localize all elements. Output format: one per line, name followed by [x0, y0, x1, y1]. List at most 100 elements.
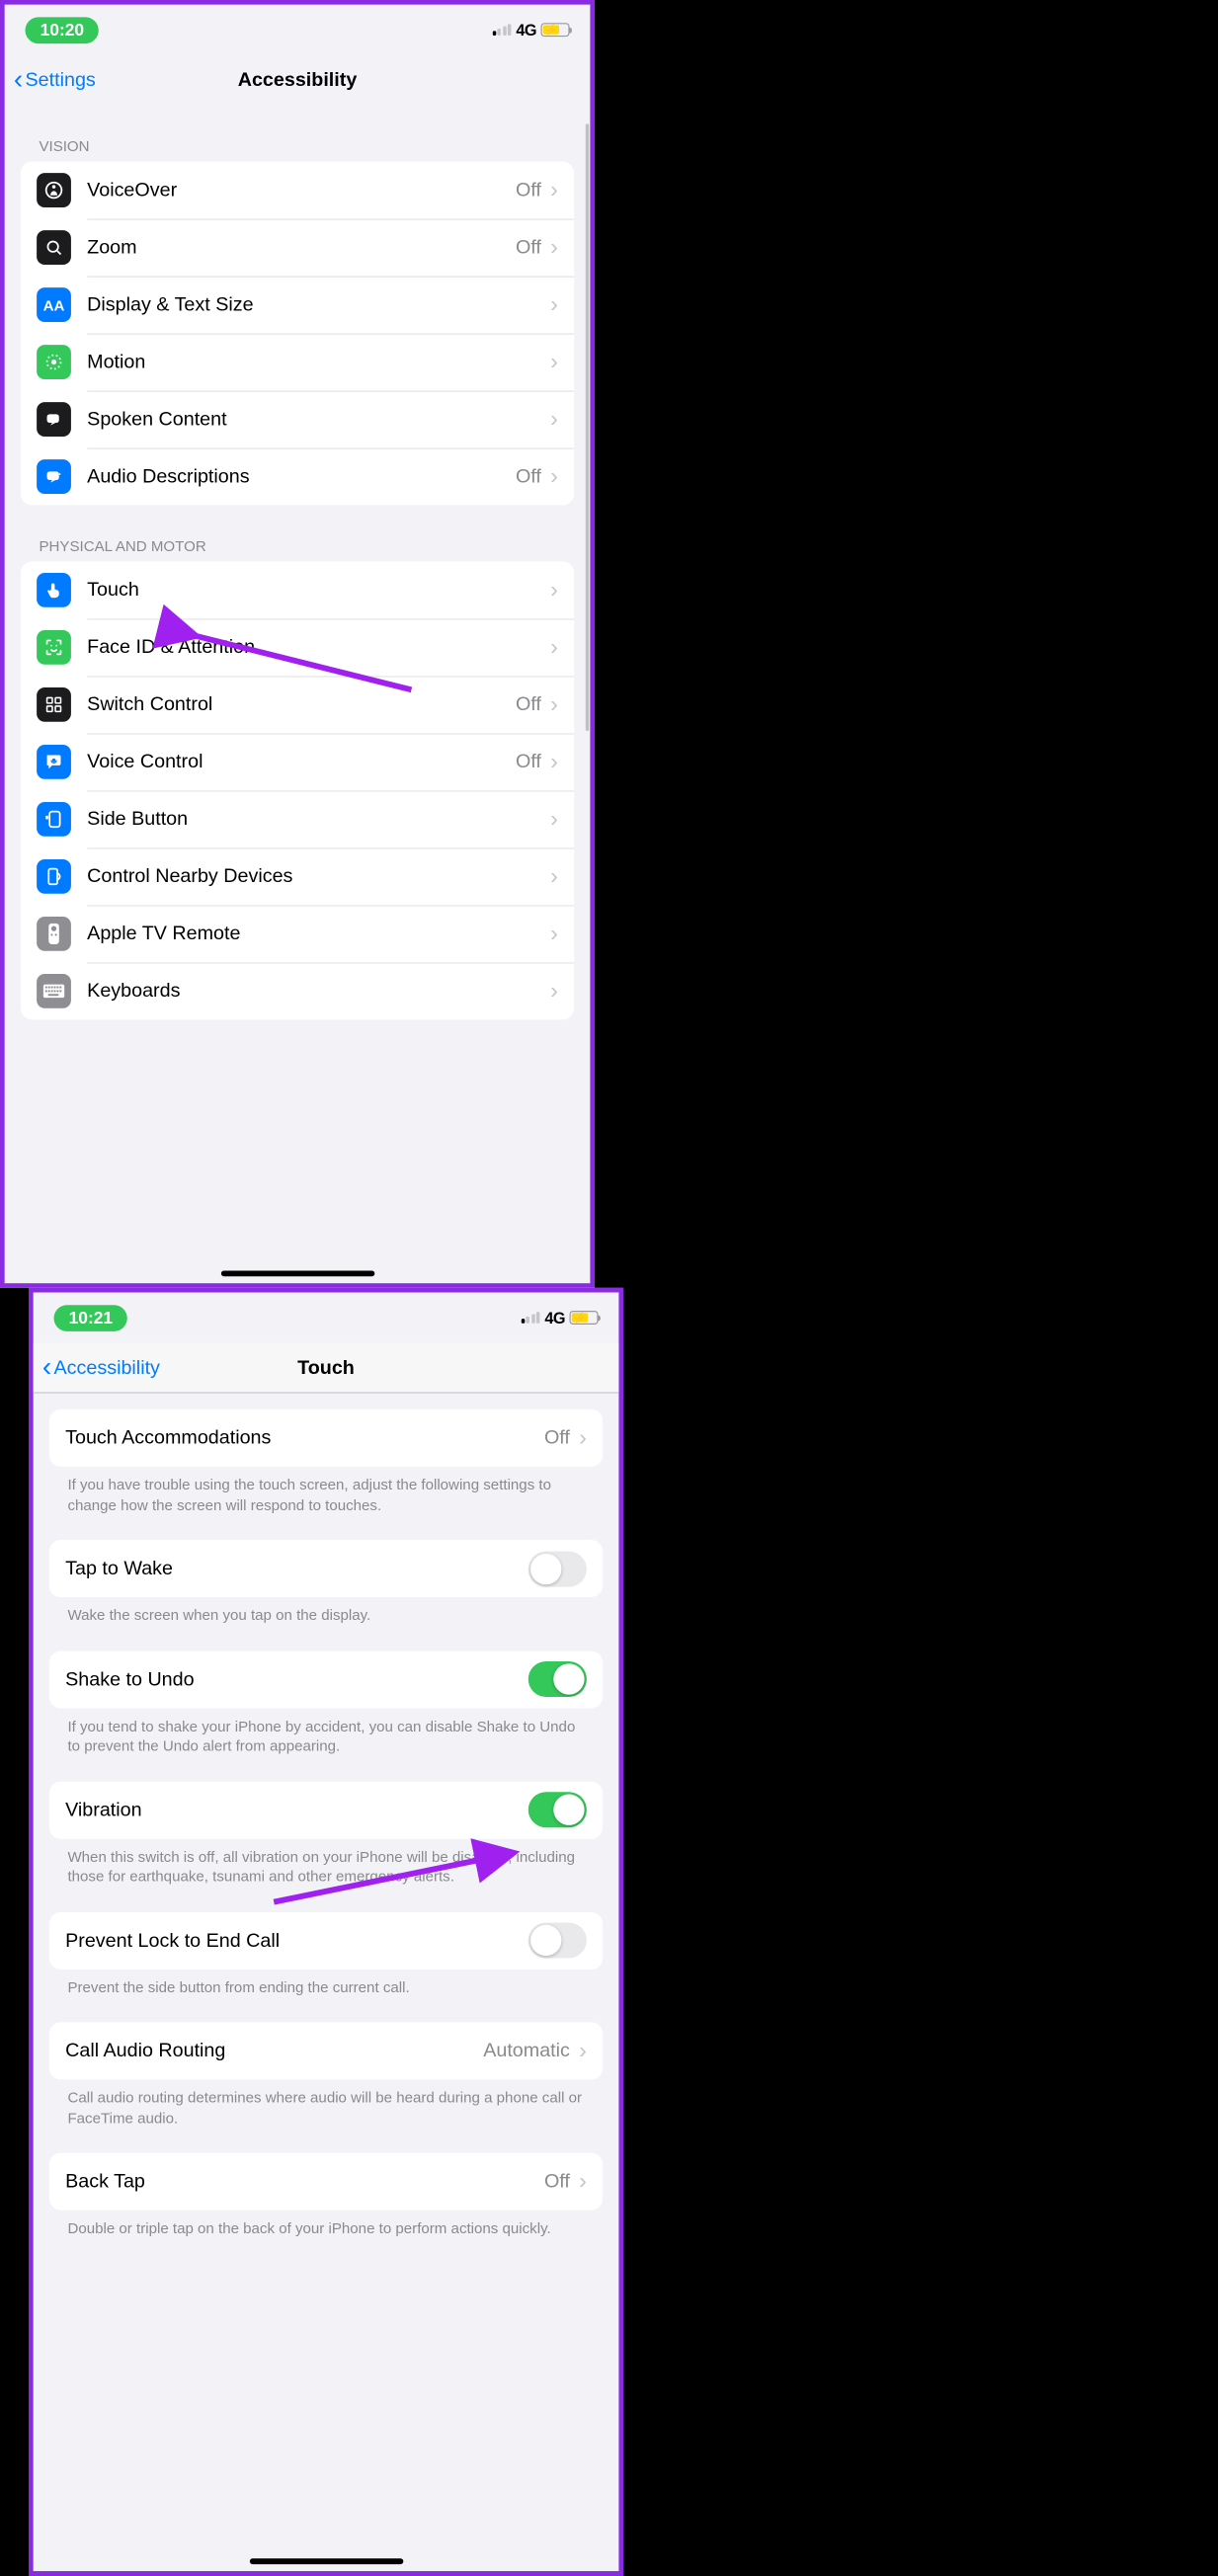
row-touch[interactable]: Touch › — [21, 561, 574, 618]
toggle-shake-to-undo[interactable] — [528, 1661, 587, 1697]
content-area[interactable]: VISION VoiceOver Off › Zoom Off › AA Dis… — [5, 106, 591, 1279]
row-label: Shake to Undo — [65, 1668, 528, 1691]
text-size-icon: AA — [37, 287, 71, 322]
back-button[interactable]: ‹ Settings — [5, 66, 96, 94]
apple-tv-remote-icon — [37, 917, 71, 951]
row-zoom[interactable]: Zoom Off › — [21, 219, 574, 277]
chevron-right-icon: › — [550, 865, 558, 888]
group-vibration: Vibration — [49, 1781, 603, 1838]
network-label: 4G — [544, 1309, 565, 1328]
footer-vibration: When this switch is off, all vibration o… — [49, 1838, 603, 1895]
motion-icon — [37, 345, 71, 379]
row-label: Face ID & Attention — [87, 636, 545, 659]
row-back-tap[interactable]: Back Tap Off › — [49, 2153, 603, 2211]
chevron-right-icon: › — [550, 179, 558, 201]
content-area[interactable]: Touch Accommodations Off › If you have t… — [34, 1394, 619, 2567]
group-touch-accom: Touch Accommodations Off › — [49, 1409, 603, 1467]
screen-accessibility: 10:20 4G ⚡ ‹ Settings Accessibility VISI… — [0, 0, 595, 1288]
row-motion[interactable]: Motion › — [21, 334, 574, 391]
row-audio-descriptions[interactable]: Audio Descriptions Off › — [21, 448, 574, 506]
row-label: Side Button — [87, 808, 545, 831]
chevron-right-icon: › — [550, 465, 558, 488]
row-apple-tv-remote[interactable]: Apple TV Remote › — [21, 905, 574, 962]
row-label: Back Tap — [65, 2171, 544, 2194]
row-value: Off — [516, 179, 541, 201]
group-lock-call: Prevent Lock to End Call — [49, 1912, 603, 1970]
row-call-audio-routing[interactable]: Call Audio Routing Automatic › — [49, 2023, 603, 2080]
row-spoken-content[interactable]: Spoken Content › — [21, 391, 574, 448]
chevron-right-icon: › — [579, 2040, 587, 2062]
row-label: Motion — [87, 351, 545, 373]
chevron-right-icon: › — [550, 579, 558, 602]
row-display-text-size[interactable]: AA Display & Text Size › — [21, 277, 574, 334]
voiceover-icon — [37, 173, 71, 207]
footer-touch-accom: If you have trouble using the touch scre… — [49, 1467, 603, 1524]
section-header-vision: VISION — [21, 106, 574, 162]
row-shake-to-undo[interactable]: Shake to Undo — [49, 1650, 603, 1708]
row-keyboards[interactable]: Keyboards › — [21, 962, 574, 1019]
toggle-vibration[interactable] — [528, 1793, 587, 1828]
row-label: Display & Text Size — [87, 293, 545, 316]
row-tap-to-wake[interactable]: Tap to Wake — [49, 1540, 603, 1597]
row-nearby-devices[interactable]: Control Nearby Devices › — [21, 847, 574, 905]
row-face-id-attention[interactable]: Face ID & Attention › — [21, 618, 574, 676]
time-pill[interactable]: 10:21 — [54, 1305, 128, 1331]
zoom-icon — [37, 230, 71, 265]
row-label: Voice Control — [87, 751, 516, 773]
group-back-tap: Back Tap Off › — [49, 2153, 603, 2211]
time-pill[interactable]: 10:20 — [26, 17, 100, 43]
chevron-right-icon: › — [550, 751, 558, 773]
row-touch-accommodations[interactable]: Touch Accommodations Off › — [49, 1409, 603, 1467]
chevron-right-icon: › — [550, 236, 558, 259]
row-label: VoiceOver — [87, 179, 516, 201]
touch-icon — [37, 573, 71, 607]
home-indicator[interactable] — [249, 2558, 402, 2564]
row-label: Touch Accommodations — [65, 1426, 544, 1449]
home-indicator[interactable] — [220, 1270, 373, 1276]
row-label: Zoom — [87, 236, 516, 259]
row-value: Off — [516, 751, 541, 773]
row-vibration[interactable]: Vibration — [49, 1781, 603, 1838]
chevron-right-icon: › — [550, 636, 558, 659]
side-button-icon — [37, 802, 71, 837]
group-audio-routing: Call Audio Routing Automatic › — [49, 2023, 603, 2080]
row-side-button[interactable]: Side Button › — [21, 790, 574, 847]
voice-control-icon — [37, 745, 71, 779]
navbar: ‹ Accessibility Touch — [34, 1343, 619, 1394]
row-value: Automatic — [483, 2040, 570, 2062]
footer-audio-routing: Call audio routing determines where audi… — [49, 2080, 603, 2137]
navbar: ‹ Settings Accessibility — [5, 55, 591, 106]
audio-descriptions-icon — [37, 459, 71, 494]
chevron-right-icon: › — [550, 293, 558, 316]
group-motor: Touch › Face ID & Attention › Switch Con… — [21, 561, 574, 1019]
chevron-left-icon: ‹ — [42, 1354, 51, 1382]
switch-control-icon — [37, 687, 71, 722]
spoken-content-icon — [37, 402, 71, 437]
row-value: Off — [544, 2171, 570, 2194]
back-button[interactable]: ‹ Accessibility — [34, 1354, 160, 1382]
back-label: Accessibility — [54, 1356, 160, 1379]
signal-icon — [493, 24, 512, 36]
battery-icon: ⚡ — [541, 23, 570, 37]
back-label: Settings — [26, 68, 96, 91]
row-prevent-lock-end-call[interactable]: Prevent Lock to End Call — [49, 1912, 603, 1970]
status-right: 4G ⚡ — [493, 21, 570, 40]
toggle-tap-to-wake[interactable] — [528, 1551, 587, 1586]
row-switch-control[interactable]: Switch Control Off › — [21, 676, 574, 733]
footer-shake: If you tend to shake your iPhone by acci… — [49, 1708, 603, 1765]
row-label: Spoken Content — [87, 408, 545, 431]
battery-icon: ⚡ — [570, 1311, 599, 1325]
footer-back-tap: Double or triple tap on the back of your… — [49, 2211, 603, 2248]
chevron-right-icon: › — [550, 980, 558, 1003]
screen-touch: 10:21 4G ⚡ ‹ Accessibility Touch Touch A… — [29, 1288, 623, 2576]
chevron-right-icon: › — [579, 1426, 587, 1449]
group-vision: VoiceOver Off › Zoom Off › AA Display & … — [21, 162, 574, 506]
chevron-left-icon: ‹ — [14, 66, 23, 94]
toggle-prevent-lock-end-call[interactable] — [528, 1923, 587, 1959]
group-shake: Shake to Undo — [49, 1650, 603, 1708]
network-label: 4G — [516, 21, 536, 40]
row-voice-control[interactable]: Voice Control Off › — [21, 733, 574, 790]
row-voiceover[interactable]: VoiceOver Off › — [21, 162, 574, 219]
chevron-right-icon: › — [550, 351, 558, 373]
status-right: 4G ⚡ — [522, 1309, 599, 1328]
